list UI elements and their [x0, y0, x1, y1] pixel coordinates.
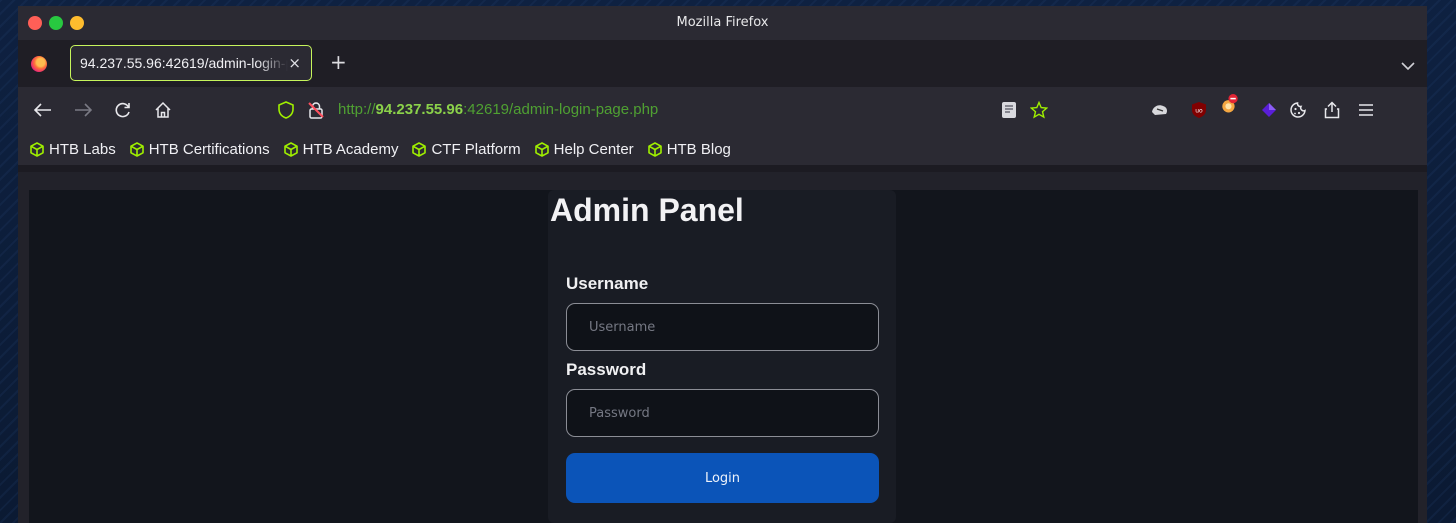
htb-cube-icon — [534, 141, 549, 157]
bookmark-htb-certifications[interactable]: HTB Certifications — [129, 140, 270, 158]
bookmarks-toolbar: HTB Labs HTB Certifications HTB Academy … — [18, 133, 1427, 165]
login-panel: Admin Panel Username Password Login — [548, 190, 896, 523]
username-input[interactable] — [566, 303, 879, 351]
extension-icon-3[interactable] — [1220, 94, 1240, 114]
bookmark-htb-labs[interactable]: HTB Labs — [30, 141, 116, 158]
forward-arrow-icon[interactable] — [72, 99, 94, 121]
firefox-logo-icon[interactable] — [31, 56, 47, 72]
login-button[interactable]: Login — [566, 453, 879, 503]
bookmark-htb-academy[interactable]: HTB Academy — [283, 140, 399, 158]
tab-strip: 94.237.55.96:42619/admin-login-page.php … — [18, 41, 1427, 87]
bookmark-label: Help Center — [553, 140, 634, 158]
username-label: Username — [566, 274, 649, 293]
svg-text:uo: uo — [1195, 108, 1203, 115]
bookmark-help-center[interactable]: Help Center — [534, 140, 634, 158]
htb-cube-icon — [412, 141, 427, 157]
page-viewport: Admin Panel Username Password Login — [18, 172, 1427, 523]
home-icon[interactable] — [152, 99, 174, 121]
insecure-lock-icon[interactable] — [306, 100, 326, 120]
bookmark-label: HTB Academy — [302, 140, 399, 158]
title-bar: Mozilla Firefox — [18, 6, 1427, 41]
window-title: Mozilla Firefox — [676, 15, 769, 30]
url-bar[interactable]: http://94.237.55.96:42619/admin-login-pa… — [338, 101, 658, 118]
page-title: Admin Panel — [550, 192, 744, 228]
extension-icon-4[interactable] — [1259, 100, 1279, 120]
back-arrow-icon[interactable] — [32, 99, 54, 121]
tab-close-icon[interactable]: × — [288, 54, 301, 72]
bookmark-label: HTB Certifications — [148, 140, 270, 158]
url-host: 94.237.55.96 — [375, 101, 464, 118]
cookie-icon[interactable] — [1288, 100, 1308, 120]
bookmark-ctf-platform[interactable]: CTF Platform — [412, 140, 521, 158]
page-body: Admin Panel Username Password Login — [29, 190, 1418, 523]
htb-cube-icon — [283, 141, 298, 157]
bookmark-label: HTB Blog — [666, 140, 731, 158]
bookmark-htb-blog[interactable]: HTB Blog — [647, 140, 731, 158]
tab-title: 94.237.55.96:42619/admin-login-page.php — [80, 55, 288, 71]
new-tab-button[interactable]: + — [330, 52, 347, 72]
htb-cube-icon — [129, 141, 144, 157]
reader-view-icon[interactable] — [999, 100, 1019, 120]
url-scheme: http:// — [338, 101, 376, 118]
password-input[interactable] — [566, 389, 879, 437]
browser-window: Mozilla Firefox 94.237.55.96:42619/admin… — [18, 6, 1427, 523]
navigation-toolbar: http://94.237.55.96:42619/admin-login-pa… — [18, 87, 1427, 133]
htb-cube-icon — [647, 141, 662, 157]
htb-cube-icon — [30, 141, 44, 157]
star-icon[interactable] — [1029, 100, 1049, 120]
shield-icon[interactable] — [276, 100, 296, 120]
extension-icon-1[interactable] — [1150, 100, 1170, 120]
url-path: :42619/admin-login-page.php — [463, 101, 659, 118]
reload-icon[interactable] — [112, 99, 134, 121]
list-all-tabs-chevron-icon[interactable] — [1401, 56, 1415, 75]
bookmark-label: HTB Labs — [49, 140, 116, 158]
tab-admin-login[interactable]: 94.237.55.96:42619/admin-login-page.php … — [70, 45, 312, 81]
ublock-icon[interactable]: uo — [1189, 100, 1209, 120]
bookmark-label: CTF Platform — [431, 140, 521, 158]
password-label: Password — [566, 360, 647, 379]
share-icon[interactable] — [1322, 100, 1342, 120]
menu-icon[interactable] — [1356, 100, 1376, 120]
